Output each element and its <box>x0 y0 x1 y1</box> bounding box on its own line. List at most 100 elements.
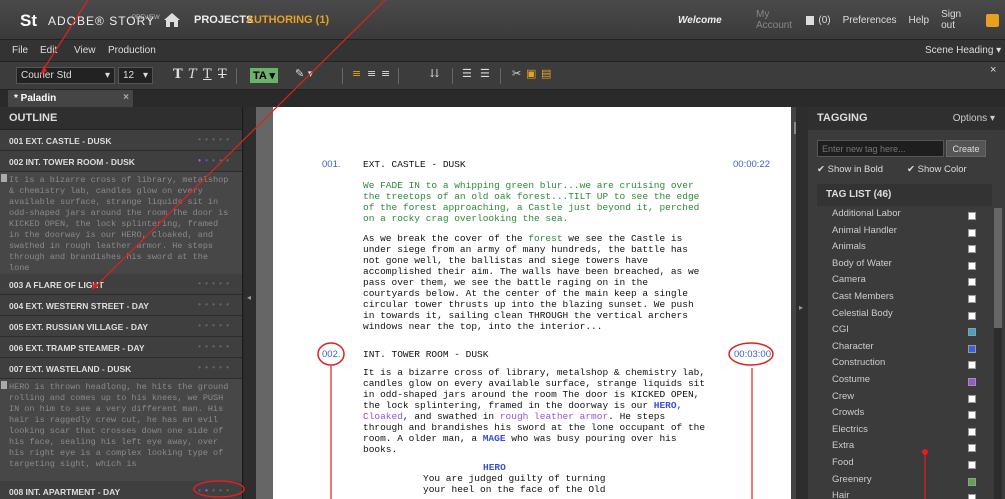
sign-out-link[interactable]: Sign out <box>941 9 968 31</box>
insert-tag-icon[interactable]: ⇊ <box>430 67 439 80</box>
document-tab[interactable]: * Paladin × <box>8 90 133 107</box>
collapse-right-icon[interactable]: ▸ <box>799 303 803 312</box>
paste-icon[interactable]: ▤ <box>541 67 551 80</box>
authoring-link[interactable]: AUTHORING (1) <box>246 14 329 26</box>
align-center-icon[interactable]: ≡ <box>367 67 376 80</box>
tagged-word[interactable]: Cloaked <box>363 411 403 422</box>
tag-item[interactable]: Construction <box>817 357 992 374</box>
menu-file[interactable]: File <box>12 45 28 56</box>
close-panel-icon[interactable]: × <box>990 64 996 76</box>
font-size-select[interactable]: 12 ▾ <box>118 67 153 84</box>
projects-link[interactable]: PROJECTS <box>194 14 253 26</box>
outline-splitter[interactable]: ◂ <box>244 107 256 499</box>
tag-color-swatch[interactable] <box>968 328 976 337</box>
tag-list-scrollbar[interactable] <box>994 208 1002 499</box>
cut-icon[interactable]: ✂ <box>512 67 521 80</box>
menu-production[interactable]: Production <box>108 45 156 56</box>
help-link[interactable]: Help <box>909 15 930 26</box>
mail-icon[interactable] <box>805 15 815 25</box>
message-count[interactable]: (0) <box>818 15 830 26</box>
underline-icon[interactable]: T <box>203 67 212 82</box>
tag-color-swatch[interactable] <box>968 460 976 469</box>
align-left-icon[interactable]: ≡ <box>352 67 361 80</box>
tag-color-swatch[interactable] <box>968 344 976 353</box>
tag-color-swatch[interactable] <box>968 228 976 237</box>
script-page[interactable]: 001. EXT. CASTLE - DUSK 00:00:22 We FADE… <box>273 107 791 499</box>
show-bold-checkbox[interactable]: ✔ Show in Bold <box>817 164 883 175</box>
my-account-link[interactable]: My Account <box>756 9 794 31</box>
outline-scene[interactable]: 004 EXT. WESTERN STREET - DAY • • • • • <box>0 295 242 316</box>
tag-color-swatch[interactable] <box>968 444 976 453</box>
tag-item[interactable]: Crowds <box>817 407 992 424</box>
preferences-link[interactable]: Preferences <box>843 15 897 26</box>
collapse-left-icon[interactable]: ◂ <box>247 293 251 302</box>
outline-scene[interactable]: 001 EXT. CASTLE - DUSK • • • • • <box>0 130 242 151</box>
tag-item[interactable]: Celestial Body <box>817 308 992 325</box>
text-highlight-icon[interactable]: TA ▾ <box>250 68 279 83</box>
tag-color-swatch[interactable] <box>968 278 976 287</box>
font-select[interactable]: Courier Std ▾ <box>16 67 115 84</box>
tagged-word[interactable]: HERO, <box>654 400 683 411</box>
italic-icon[interactable]: T <box>188 67 197 82</box>
tag-item[interactable]: Extra <box>817 440 992 457</box>
outline-scene[interactable]: 008 INT. APARTMENT - DAY • • • • • <box>0 481 242 499</box>
outline-scene[interactable]: 007 EXT. WASTELAND - DUSK • • • • • <box>0 358 242 379</box>
tag-color-swatch[interactable] <box>968 377 976 386</box>
tag-item[interactable]: Additional Labor <box>817 208 992 225</box>
scroll-thumb[interactable] <box>994 208 1002 328</box>
outline-scene[interactable]: 005 EXT. RUSSIAN VILLAGE - DAY • • • • • <box>0 316 242 337</box>
tag-color-swatch[interactable] <box>968 311 976 320</box>
menu-view[interactable]: View <box>74 45 96 56</box>
scene-synopsis[interactable]: HERO is thrown headlong, he hits the gro… <box>0 379 242 481</box>
tag-item[interactable]: Body of Water <box>817 258 992 275</box>
tag-item[interactable]: Food <box>817 457 992 474</box>
tag-color-swatch[interactable] <box>968 294 976 303</box>
outdent-icon[interactable]: ☰ <box>480 67 490 80</box>
scene-synopsis[interactable]: It is a bizarre cross of library, metals… <box>0 172 242 274</box>
synopsis-handle-icon[interactable] <box>1 174 7 182</box>
outline-scene[interactable]: 003 A FLARE OF LIGHT • • • • • <box>0 274 242 295</box>
new-tag-input[interactable] <box>817 140 944 157</box>
tag-item[interactable]: Greenery <box>817 474 992 491</box>
tagging-splitter[interactable]: ▸ <box>796 107 808 499</box>
chat-icon[interactable] <box>985 13 999 27</box>
bold-icon[interactable]: T <box>173 67 183 82</box>
tag-item[interactable]: Costume <box>817 374 992 391</box>
tag-item[interactable]: Character <box>817 341 992 358</box>
tag-item[interactable]: Camera <box>817 274 992 291</box>
element-type-dropdown[interactable]: Scene Heading ▾ <box>925 45 1001 56</box>
copy-icon[interactable]: ▣ <box>526 67 536 80</box>
tagged-word[interactable]: forest <box>528 233 562 244</box>
tag-item[interactable]: Cast Members <box>817 291 992 308</box>
options-menu[interactable]: Options ▾ <box>953 113 995 124</box>
tag-color-swatch[interactable] <box>968 494 976 499</box>
tagged-word[interactable]: MAGE <box>483 433 506 444</box>
synopsis-handle-icon[interactable] <box>1 381 7 389</box>
menu-edit[interactable]: Edit <box>40 45 57 56</box>
show-color-checkbox[interactable]: ✔ Show Color <box>907 164 967 175</box>
tag-color-swatch[interactable] <box>968 427 976 436</box>
strikethrough-icon[interactable]: T <box>218 67 227 82</box>
tag-item[interactable]: Electrics <box>817 424 992 441</box>
pen-color-icon[interactable]: ✎ ▾ <box>295 67 313 80</box>
outline-scene[interactable]: 002 INT. TOWER ROOM - DUSK • • • • • <box>0 151 242 172</box>
tag-item[interactable]: Hair <box>817 490 992 499</box>
tag-item[interactable]: Crew <box>817 391 992 408</box>
outline-scene[interactable]: 006 EXT. TRAMP STEAMER - DAY • • • • • <box>0 337 242 358</box>
tag-color-swatch[interactable] <box>968 245 976 254</box>
tag-color-swatch[interactable] <box>968 477 976 486</box>
tag-color-swatch[interactable] <box>968 212 976 220</box>
tag-item[interactable]: Animals <box>817 241 992 258</box>
tagged-word[interactable]: rough leather armor <box>500 411 608 422</box>
indent-icon[interactable]: ☰ <box>462 67 472 80</box>
home-icon[interactable] <box>163 11 181 29</box>
tag-color-swatch[interactable] <box>968 261 976 270</box>
tag-item[interactable]: Animal Handler <box>817 225 992 242</box>
tag-color-swatch[interactable] <box>968 394 976 403</box>
align-right-icon[interactable]: ≡ <box>381 67 390 80</box>
tag-color-swatch[interactable] <box>968 411 976 420</box>
close-tab-icon[interactable]: × <box>123 92 129 103</box>
create-tag-button[interactable]: Create <box>946 140 986 157</box>
tag-color-swatch[interactable] <box>968 361 976 370</box>
tag-item[interactable]: CGI <box>817 324 992 341</box>
